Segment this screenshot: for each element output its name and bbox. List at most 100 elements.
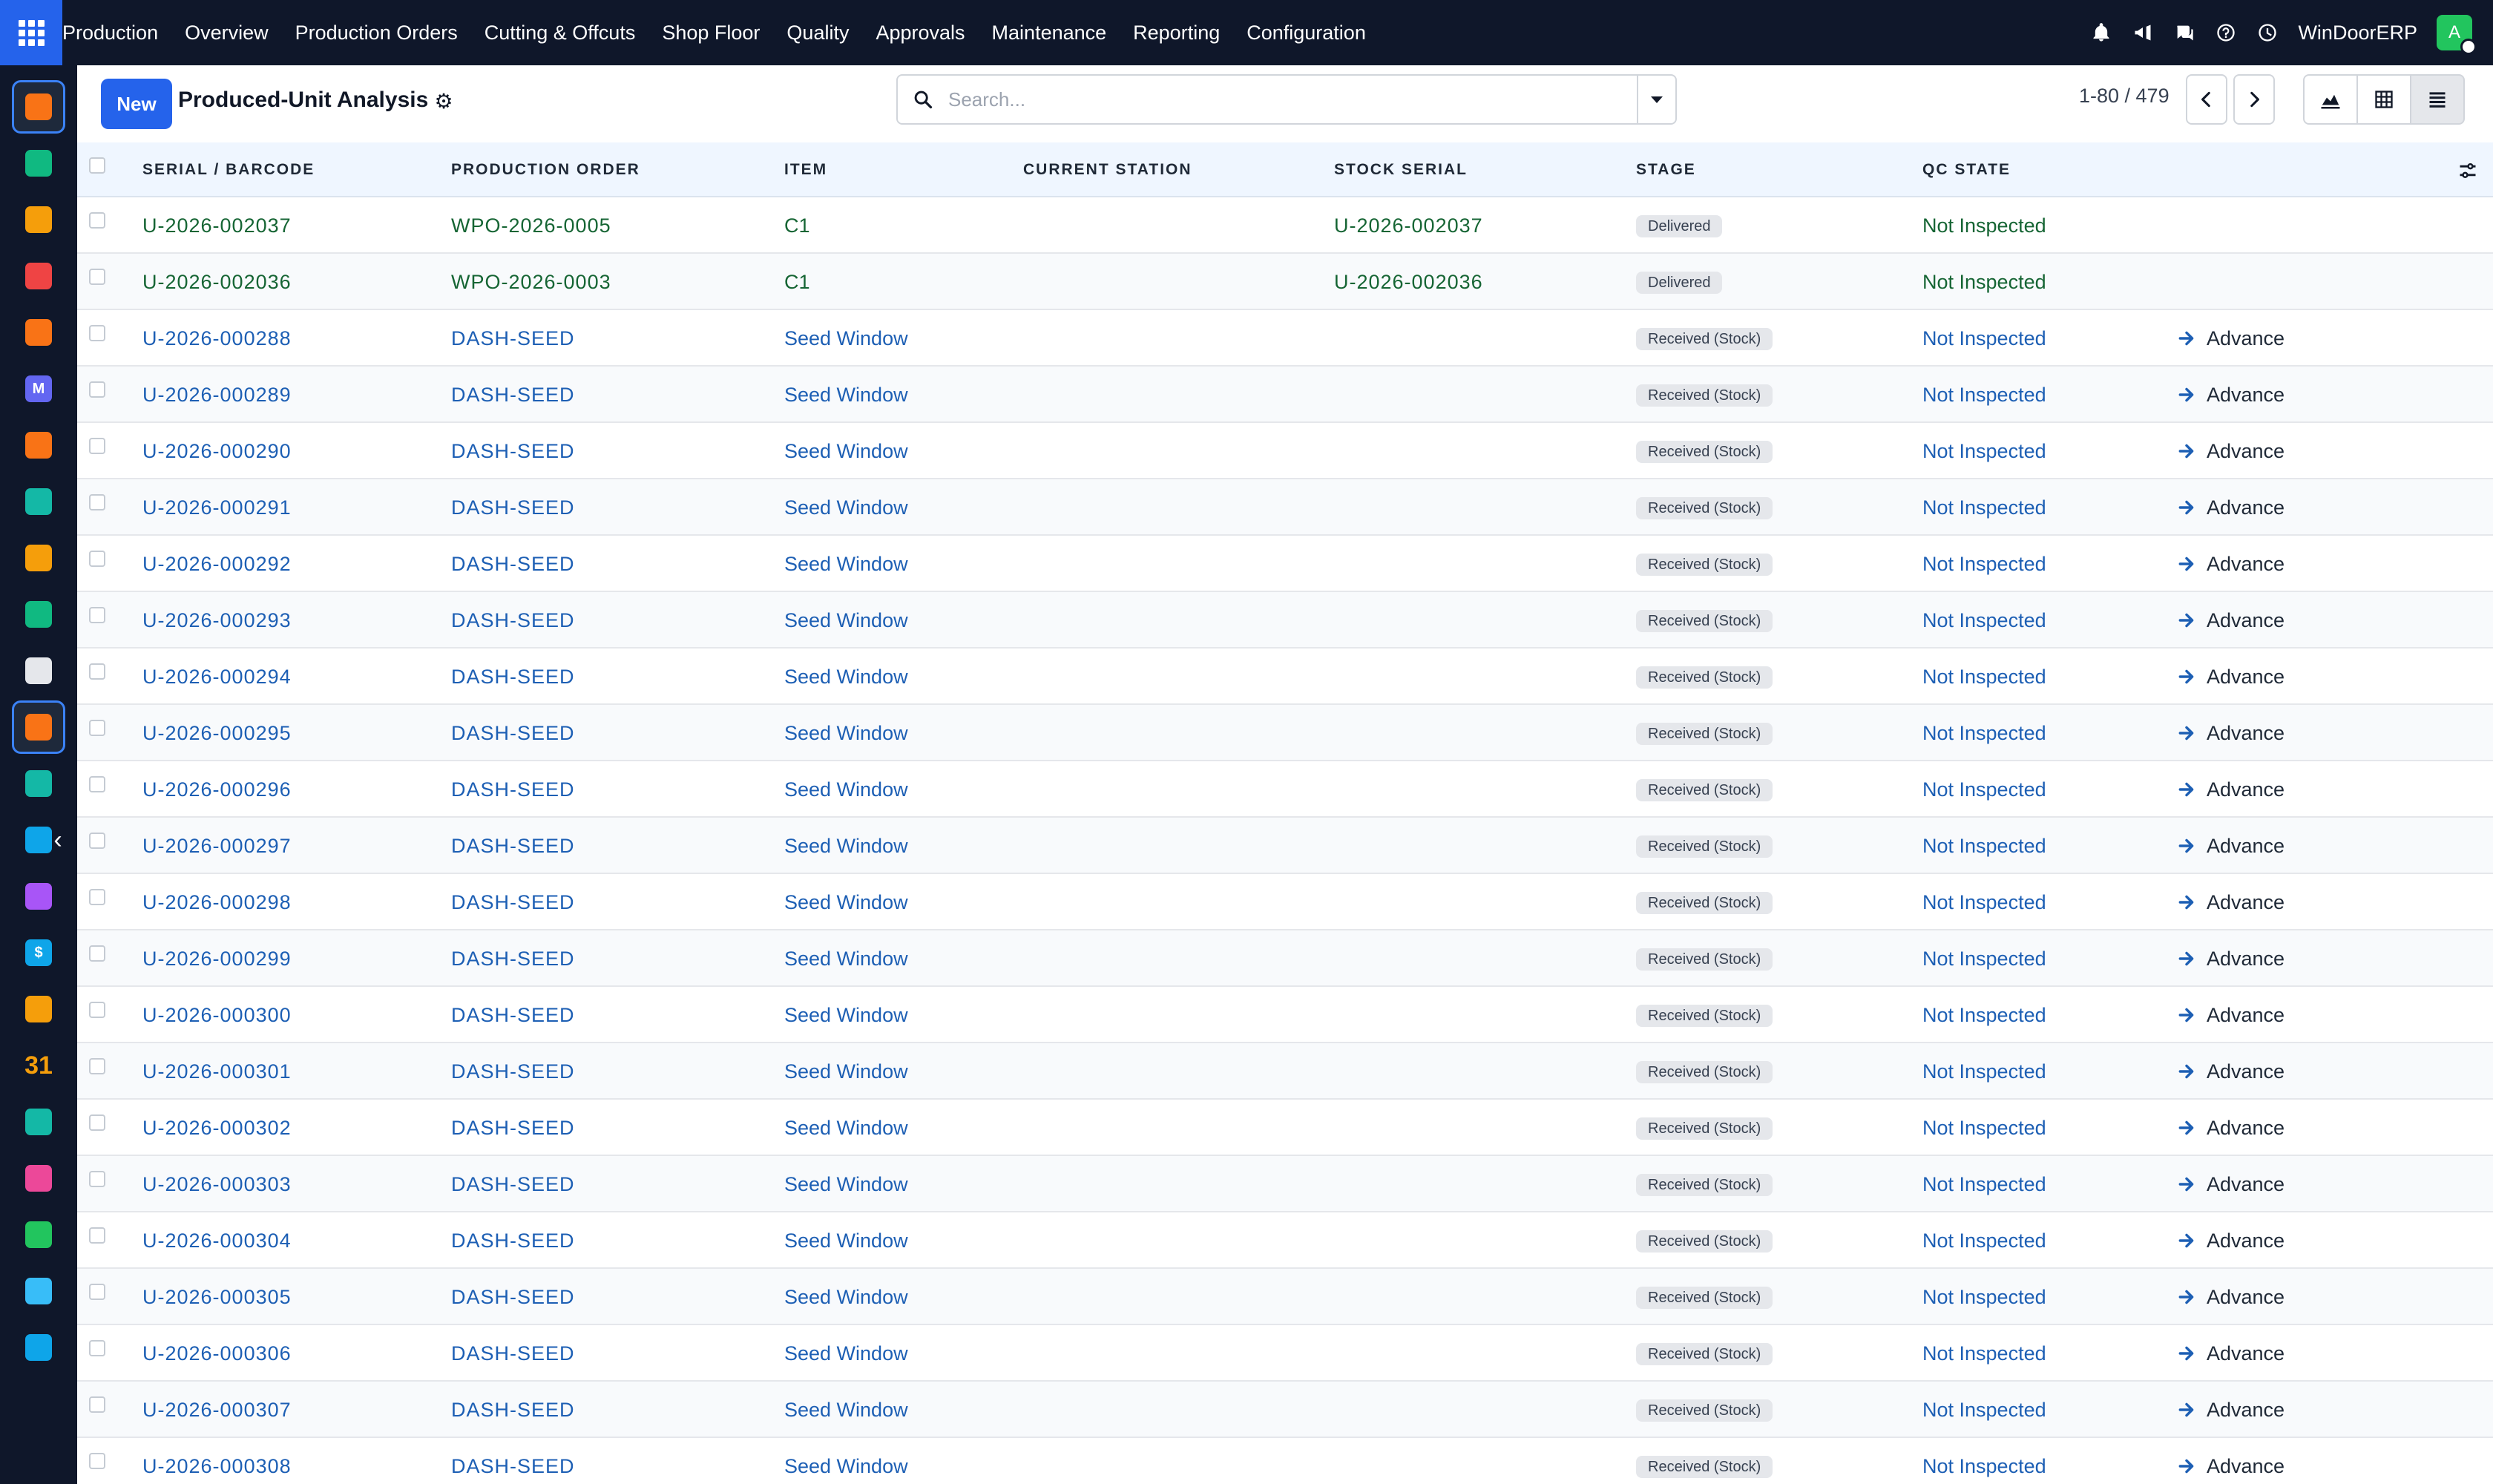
nav-menu-production-orders[interactable]: Production Orders (282, 0, 471, 65)
clock-icon[interactable] (2256, 22, 2279, 44)
app-menu-button[interactable] (0, 0, 62, 65)
production-order-cell[interactable]: WPO-2026-0005 (451, 197, 611, 254)
row-checkbox[interactable] (89, 1340, 105, 1356)
sidebar-app-2[interactable] (12, 137, 65, 190)
advance-button[interactable]: Advance (2177, 818, 2285, 874)
list-view-button[interactable] (2410, 74, 2465, 125)
sidebar-app-23[interactable] (12, 1321, 65, 1374)
production-order-cell[interactable]: DASH-SEED (451, 310, 575, 367)
table-row[interactable]: U-2026-000289 DASH-SEED Seed Window Receive… (77, 367, 2493, 423)
sidebar-app-12[interactable] (12, 700, 65, 754)
production-order-cell[interactable]: DASH-SEED (451, 705, 575, 761)
row-checkbox[interactable] (89, 269, 105, 285)
chat-icon[interactable] (2173, 22, 2195, 44)
nav-menu-overview[interactable]: Overview (171, 0, 282, 65)
row-checkbox[interactable] (89, 551, 105, 567)
pager-next-button[interactable] (2233, 74, 2275, 125)
search-options-toggle[interactable] (1637, 76, 1675, 123)
new-button[interactable]: New (101, 79, 172, 129)
pager-value[interactable]: 1-80 / 479 (2079, 85, 2170, 108)
row-checkbox[interactable] (89, 1002, 105, 1018)
advance-button[interactable]: Advance (2177, 930, 2285, 987)
table-row[interactable]: U-2026-000294 DASH-SEED Seed Window Receive… (77, 649, 2493, 705)
production-order-cell[interactable]: DASH-SEED (451, 1382, 575, 1438)
production-order-cell[interactable]: DASH-SEED (451, 367, 575, 423)
serial-cell[interactable]: U-2026-000304 (142, 1212, 292, 1269)
item-cell[interactable]: Seed Window (784, 1382, 908, 1438)
user-avatar[interactable]: A (2437, 15, 2477, 55)
item-cell[interactable]: Seed Window (784, 874, 908, 930)
advance-button[interactable]: Advance (2177, 1269, 2285, 1325)
pivot-view-button[interactable] (2356, 74, 2411, 125)
item-cell[interactable]: Seed Window (784, 1156, 908, 1212)
sidebar-app-20[interactable] (12, 1152, 65, 1205)
advance-button[interactable]: Advance (2177, 705, 2285, 761)
table-row[interactable]: U-2026-000305 DASH-SEED Seed Window Receive… (77, 1269, 2493, 1325)
table-row[interactable]: U-2026-000308 DASH-SEED Seed Window Receive… (77, 1438, 2493, 1484)
advance-button[interactable]: Advance (2177, 1212, 2285, 1269)
production-order-cell[interactable]: DASH-SEED (451, 1100, 575, 1156)
table-row[interactable]: U-2026-000293 DASH-SEED Seed Window Receive… (77, 592, 2493, 649)
advance-button[interactable]: Advance (2177, 761, 2285, 818)
production-order-cell[interactable]: WPO-2026-0003 (451, 254, 611, 310)
sidebar-app-7[interactable] (12, 418, 65, 472)
item-cell[interactable]: Seed Window (784, 705, 908, 761)
row-checkbox[interactable] (89, 889, 105, 905)
item-cell[interactable]: Seed Window (784, 1269, 908, 1325)
row-checkbox[interactable] (89, 663, 105, 680)
advance-button[interactable]: Advance (2177, 423, 2285, 479)
table-row[interactable]: U-2026-002036 WPO-2026-0003 C1 U-2026-00203… (77, 254, 2493, 310)
table-row[interactable]: U-2026-000301 DASH-SEED Seed Window Receive… (77, 1043, 2493, 1100)
row-checkbox[interactable] (89, 833, 105, 849)
select-all-checkbox[interactable] (89, 157, 105, 174)
serial-cell[interactable]: U-2026-002036 (142, 254, 292, 310)
item-cell[interactable]: Seed Window (784, 423, 908, 479)
serial-cell[interactable]: U-2026-000303 (142, 1156, 292, 1212)
sidebar-app-17[interactable] (12, 982, 65, 1036)
advance-button[interactable]: Advance (2177, 479, 2285, 536)
megaphone-icon[interactable] (2132, 22, 2154, 44)
row-checkbox[interactable] (89, 1227, 105, 1244)
item-cell[interactable]: Seed Window (784, 367, 908, 423)
table-row[interactable]: U-2026-000295 DASH-SEED Seed Window Receive… (77, 705, 2493, 761)
table-row[interactable]: U-2026-000291 DASH-SEED Seed Window Receive… (77, 479, 2493, 536)
column-header-stage[interactable]: STAGE (1636, 142, 1696, 197)
row-checkbox[interactable] (89, 607, 105, 623)
item-cell[interactable]: C1 (784, 197, 810, 254)
advance-button[interactable]: Advance (2177, 367, 2285, 423)
advance-button[interactable]: Advance (2177, 310, 2285, 367)
column-header-production-order[interactable]: PRODUCTION ORDER (451, 142, 640, 197)
company-switcher[interactable]: WinDoorERP (2298, 22, 2417, 45)
column-header-item[interactable]: ITEM (784, 142, 827, 197)
nav-menu-approvals[interactable]: Approvals (862, 0, 978, 65)
nav-menu-quality[interactable]: Quality (773, 0, 862, 65)
sidebar-app-3[interactable] (12, 193, 65, 246)
serial-cell[interactable]: U-2026-000305 (142, 1269, 292, 1325)
item-cell[interactable]: Seed Window (784, 930, 908, 987)
sidebar-app-4[interactable] (12, 249, 65, 303)
advance-button[interactable]: Advance (2177, 874, 2285, 930)
sidebar-app-9[interactable] (12, 531, 65, 585)
row-checkbox[interactable] (89, 1284, 105, 1300)
serial-cell[interactable]: U-2026-000294 (142, 649, 292, 705)
production-order-cell[interactable]: DASH-SEED (451, 874, 575, 930)
production-order-cell[interactable]: DASH-SEED (451, 1156, 575, 1212)
search-input[interactable] (948, 77, 1637, 122)
serial-cell[interactable]: U-2026-000295 (142, 705, 292, 761)
row-checkbox[interactable] (89, 1453, 105, 1469)
graph-view-button[interactable] (2303, 74, 2358, 125)
serial-cell[interactable]: U-2026-000297 (142, 818, 292, 874)
production-order-cell[interactable]: DASH-SEED (451, 1438, 575, 1484)
table-row[interactable]: U-2026-000304 DASH-SEED Seed Window Receive… (77, 1212, 2493, 1269)
advance-button[interactable]: Advance (2177, 1325, 2285, 1382)
nav-brand[interactable]: Production (62, 0, 171, 65)
serial-cell[interactable]: U-2026-000291 (142, 479, 292, 536)
table-row[interactable]: U-2026-000303 DASH-SEED Seed Window Receive… (77, 1156, 2493, 1212)
item-cell[interactable]: Seed Window (784, 987, 908, 1043)
sidebar-app-10[interactable] (12, 588, 65, 641)
sidebar-app-22[interactable] (12, 1264, 65, 1318)
advance-button[interactable]: Advance (2177, 1438, 2285, 1484)
serial-cell[interactable]: U-2026-000288 (142, 310, 292, 367)
serial-cell[interactable]: U-2026-000292 (142, 536, 292, 592)
item-cell[interactable]: C1 (784, 254, 810, 310)
